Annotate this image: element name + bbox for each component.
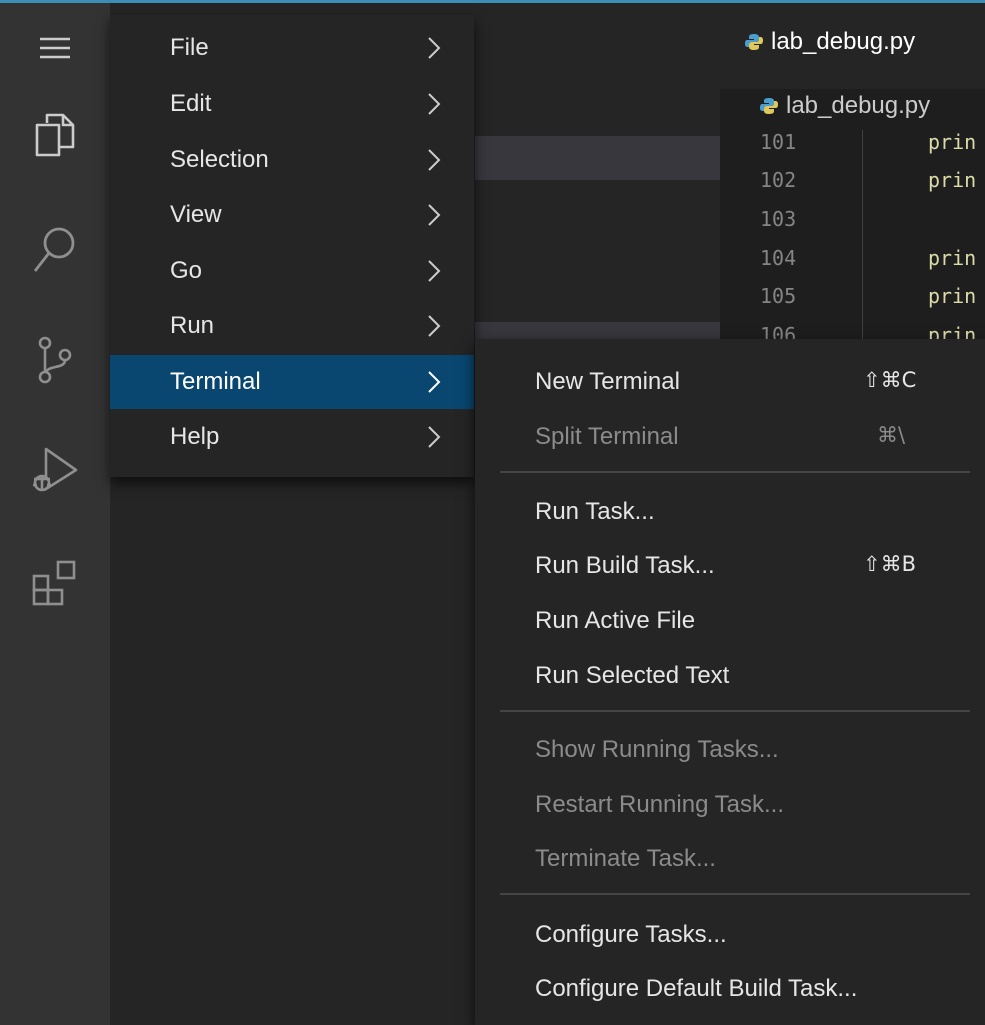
shortcut-label: ⇧⌘C [863,368,917,392]
vscode-window: lab_debug.py lab_debug.py 101 prin 102 pri… [0,0,985,1025]
menu-item-help[interactable]: Help [110,410,474,464]
search-icon[interactable] [0,215,110,285]
show-running-tasks-item[interactable]: Show Running Tasks... [475,722,985,776]
code-line: 105 prin [720,284,985,320]
side-bar-row [475,136,720,180]
menu-item-label: Selection [170,146,269,173]
code-text: prin [928,168,977,192]
menu-item-label: Configure Default Build Task... [535,975,858,1002]
split-terminal-item[interactable]: Split Terminal ⌘\ [475,409,985,463]
menu-item-label: Run Build Task... [535,552,715,579]
menu-item-label: Terminate Task... [535,845,716,872]
chevron-right-icon [428,315,441,337]
shortcut-label: ⌘\ [877,423,906,447]
menu-icon[interactable] [0,13,110,83]
menu-item-label: Edit [170,90,212,117]
code-line: 101 prin [720,130,985,166]
chevron-right-icon [428,149,441,171]
menu-separator [500,710,970,712]
menu-separator [500,471,970,473]
extensions-icon[interactable] [0,548,110,618]
code-editor[interactable]: 101 prin 102 prin 103 104 prin 105 prin 106 p… [720,130,985,360]
tab-filename: lab_debug.py [771,28,916,55]
activity-bar [0,3,110,1025]
configure-tasks-item[interactable]: Configure Tasks... [475,907,985,961]
code-text: prin [928,284,977,308]
code-line: 103 [720,207,985,243]
menu-item-label: Go [170,257,203,284]
chevron-right-icon [428,426,441,448]
breadcrumb-filename: lab_debug.py [786,92,931,119]
run-build-task-item[interactable]: Run Build Task... ⇧⌘B [475,538,985,592]
menu-item-label: Configure Tasks... [535,921,727,948]
line-number: 103 [760,207,797,231]
menu-item-terminal[interactable]: Terminal [110,355,474,409]
menu-item-label: View [170,201,222,228]
code-text: prin [928,130,977,154]
terminal-submenu: New Terminal ⇧⌘C Split Terminal ⌘\ Run T… [475,339,985,1025]
menu-item-label: Help [170,423,220,450]
menu-item-label: Run Active File [535,607,696,634]
explorer-icon[interactable] [0,100,110,170]
menu-item-run[interactable]: Run [110,299,474,353]
line-number: 101 [760,130,797,154]
menu-item-label: Run [170,312,215,339]
menu-item-label: Show Running Tasks... [535,736,779,763]
new-terminal-item[interactable]: New Terminal ⇧⌘C [475,354,985,408]
menu-separator [500,893,970,895]
line-number: 102 [760,168,797,192]
run-active-file-item[interactable]: Run Active File [475,593,985,647]
python-file-icon [760,98,778,114]
menu-item-edit[interactable]: Edit [110,77,474,131]
chevron-right-icon [428,204,441,226]
code-line: 104 prin [720,246,985,282]
configure-default-build-task-item[interactable]: Configure Default Build Task... [475,961,985,1015]
python-file-icon [745,34,763,50]
menu-item-label: Terminal [170,368,261,395]
menu-item-view[interactable]: View [110,188,474,242]
breadcrumb[interactable]: lab_debug.py [760,92,930,120]
terminate-task-item[interactable]: Terminate Task... [475,831,985,885]
chevron-right-icon [428,93,441,115]
menu-item-label: File [170,34,209,61]
code-text: prin [928,246,977,270]
source-control-icon[interactable] [0,325,110,395]
menu-item-label: Split Terminal [535,423,679,450]
indent-guide [862,130,863,350]
chevron-right-icon [428,260,441,282]
run-task-item[interactable]: Run Task... [475,484,985,538]
menu-item-label: Restart Running Task... [535,791,785,818]
menu-item-label: New Terminal [535,368,680,395]
menu-item-label: Run Selected Text [535,662,730,689]
editor-tab[interactable]: lab_debug.py [745,28,915,56]
menu-item-file[interactable]: File [110,21,474,75]
line-number: 104 [760,246,797,270]
application-menu: File Edit Selection View Go Run Terminal [110,15,474,477]
code-line: 102 prin [720,168,985,204]
menu-item-label: Run Task... [535,498,655,525]
chevron-right-icon [428,371,441,393]
menu-item-go[interactable]: Go [110,244,474,298]
restart-running-task-item[interactable]: Restart Running Task... [475,777,985,831]
run-debug-icon[interactable] [0,435,110,505]
chevron-right-icon [428,37,441,59]
run-selected-text-item[interactable]: Run Selected Text [475,648,985,702]
shortcut-label: ⇧⌘B [863,552,917,576]
menu-item-selection[interactable]: Selection [110,133,474,187]
line-number: 105 [760,284,797,308]
